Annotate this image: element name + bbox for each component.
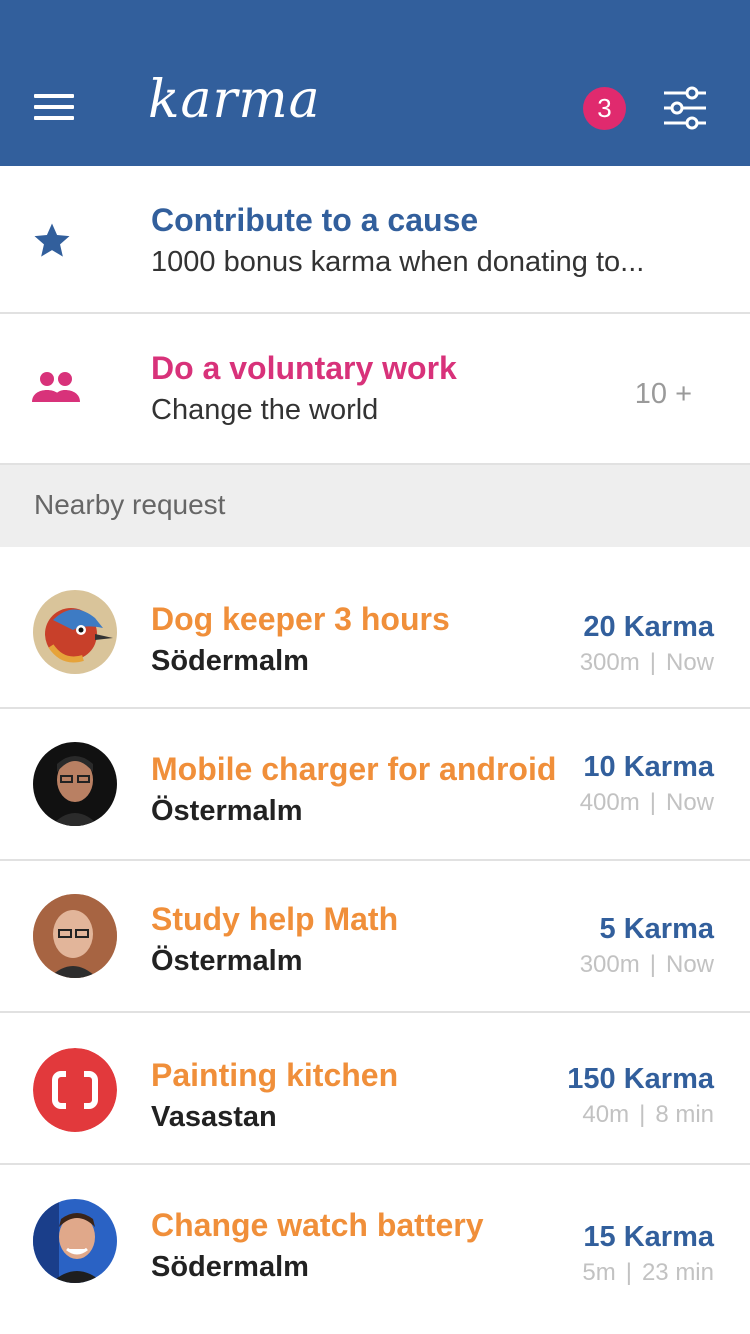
request-time: 23 min bbox=[641, 1259, 714, 1286]
request-time: Now bbox=[665, 649, 714, 676]
cause-subtitle: Change the world bbox=[151, 394, 379, 426]
request-title: Dog keeper 3 hours bbox=[151, 601, 450, 637]
request-distance: 400m bbox=[579, 789, 640, 816]
request-time: Now bbox=[665, 951, 714, 978]
request-location: Östermalm bbox=[151, 795, 303, 827]
request-karma: 10 Karma bbox=[583, 751, 714, 783]
request-meta: 5m | 23 min bbox=[582, 1259, 714, 1286]
request-meta: 400m | Now bbox=[579, 789, 714, 816]
section-header: Nearby request bbox=[0, 465, 750, 547]
menu-icon[interactable] bbox=[34, 92, 74, 122]
filter-sliders-icon[interactable] bbox=[662, 86, 708, 130]
avatar bbox=[33, 1048, 117, 1132]
people-icon bbox=[30, 370, 82, 411]
star-icon bbox=[30, 220, 74, 267]
cause-item-voluntary-work[interactable]: Do a voluntary work Change the world 10 … bbox=[0, 314, 750, 465]
avatar bbox=[33, 742, 117, 826]
avatar bbox=[33, 590, 117, 674]
request-location: Östermalm bbox=[151, 945, 303, 977]
request-karma: 15 Karma bbox=[583, 1221, 714, 1253]
section-header-label: Nearby request bbox=[34, 489, 226, 520]
request-title: Change watch battery bbox=[151, 1207, 484, 1243]
request-time: Now bbox=[665, 789, 714, 816]
avatar bbox=[33, 1199, 117, 1283]
request-distance: 300m bbox=[579, 951, 640, 978]
request-karma: 150 Karma bbox=[567, 1063, 714, 1095]
request-meta: 300m | Now bbox=[579, 951, 714, 978]
request-distance: 300m bbox=[579, 649, 640, 676]
request-location: Vasastan bbox=[151, 1101, 277, 1133]
cause-count: 10 + bbox=[634, 378, 692, 410]
request-item[interactable]: Painting kitchen Vasastan 150 Karma 40m |… bbox=[0, 1013, 750, 1165]
request-karma: 20 Karma bbox=[583, 611, 714, 643]
request-item[interactable]: Mobile charger for android Östermalm 10 … bbox=[0, 709, 750, 861]
request-meta: 40m | 8 min bbox=[582, 1101, 714, 1128]
app-bar: karma 3 bbox=[0, 0, 750, 166]
cause-item-contribute[interactable]: Contribute to a cause 1000 bonus karma w… bbox=[0, 166, 750, 314]
cause-subtitle: 1000 bonus karma when donating to... bbox=[151, 246, 645, 278]
request-distance: 40m bbox=[582, 1101, 630, 1128]
request-title: Study help Math bbox=[151, 901, 399, 937]
request-title: Painting kitchen bbox=[151, 1057, 399, 1093]
cause-title: Contribute to a cause bbox=[151, 202, 479, 238]
request-karma: 5 Karma bbox=[599, 913, 714, 945]
cause-title: Do a voluntary work bbox=[151, 350, 457, 386]
request-meta: 300m | Now bbox=[579, 649, 714, 676]
request-distance: 5m bbox=[582, 1259, 616, 1286]
notification-badge[interactable]: 3 bbox=[583, 87, 626, 130]
avatar bbox=[33, 894, 117, 978]
request-item[interactable]: Dog keeper 3 hours Södermalm 20 Karma 30… bbox=[0, 557, 750, 709]
app-logo: karma bbox=[148, 70, 321, 130]
request-location: Södermalm bbox=[151, 1251, 309, 1283]
request-time: 8 min bbox=[655, 1101, 714, 1128]
request-item[interactable]: Study help Math Östermalm 5 Karma 300m | N… bbox=[0, 861, 750, 1013]
request-item[interactable]: Change watch battery Södermalm 15 Karma … bbox=[0, 1165, 750, 1317]
request-title: Mobile charger for android bbox=[151, 751, 557, 787]
request-location: Södermalm bbox=[151, 645, 309, 677]
